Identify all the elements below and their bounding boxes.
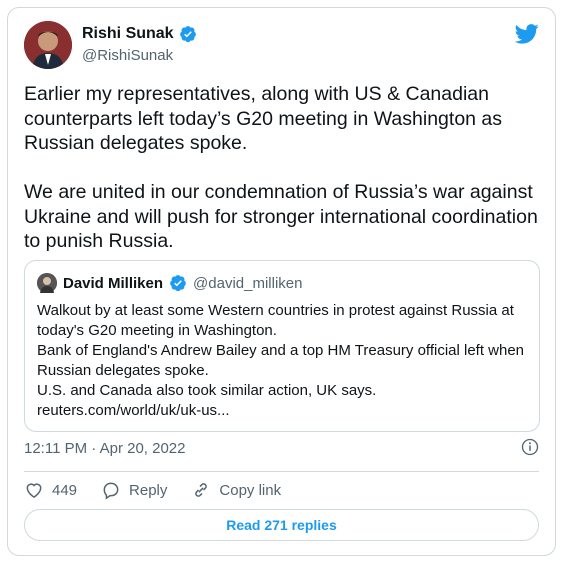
reply-label: Reply (129, 481, 168, 499)
heart-icon (26, 483, 42, 498)
copy-link-button[interactable]: Copy link (191, 480, 281, 500)
reply-button[interactable]: Reply (101, 480, 167, 500)
author-handle[interactable]: @RishiSunak (82, 47, 173, 64)
quoted-avatar (37, 273, 57, 293)
tweet-timestamp[interactable]: 12:11 PM · Apr 20, 2022 (24, 440, 186, 457)
link-icon (195, 483, 208, 497)
tweet-text: Earlier my representatives, along with U… (24, 83, 538, 252)
info-icon[interactable] (521, 438, 539, 456)
action-bar: 449 Reply Copy link (24, 480, 305, 500)
quoted-author-name: David Milliken (63, 274, 164, 292)
tweet-card: Rishi Sunak @RishiSunak Earlier my repre… (7, 7, 556, 556)
read-replies-button[interactable]: Read 271 replies (24, 509, 539, 541)
twitter-bird-icon[interactable] (515, 24, 539, 44)
author-avatar[interactable] (24, 21, 72, 69)
reply-icon (103, 482, 119, 500)
author-name-text: Rishi Sunak (82, 25, 174, 42)
verified-badge-icon (179, 26, 196, 43)
like-count: 449 (52, 481, 78, 499)
like-button[interactable]: 449 (24, 480, 77, 500)
author-name[interactable]: Rishi Sunak (82, 25, 197, 43)
quoted-tweet[interactable]: David Milliken @david_milliken Walkout b… (24, 260, 540, 432)
quoted-header: David Milliken @david_milliken (37, 273, 302, 293)
quoted-text: Walkout by at least some Western countri… (37, 302, 525, 419)
copy-link-label: Copy link (219, 481, 282, 499)
divider (24, 471, 539, 472)
verified-badge-icon (170, 275, 186, 292)
quoted-author-handle: @david_milliken (193, 274, 303, 292)
